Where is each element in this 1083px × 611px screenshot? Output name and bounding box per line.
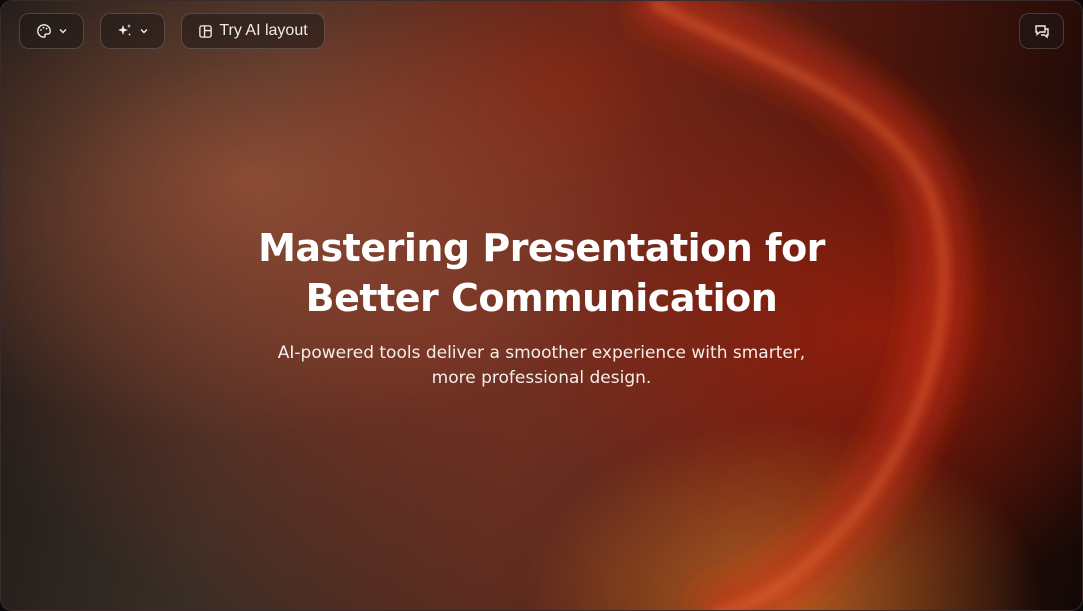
chevron-down-icon	[139, 26, 149, 36]
try-ai-layout-button[interactable]: Try AI layout	[181, 13, 325, 49]
palette-icon	[36, 23, 52, 39]
slide-title: Mastering Presentation for Better Commun…	[1, 223, 1082, 323]
sparkles-icon	[117, 23, 133, 39]
slide-title-line-1: Mastering Presentation for	[258, 226, 825, 270]
chat-button[interactable]	[1019, 13, 1064, 49]
slide-title-line-2: Better Communication	[305, 276, 778, 320]
theme-button[interactable]	[19, 13, 84, 49]
slide-content: Mastering Presentation for Better Commun…	[1, 223, 1082, 391]
slide-subtitle-line-2: more professional design.	[431, 368, 652, 388]
try-ai-layout-label: Try AI layout	[219, 22, 308, 39]
chevron-down-icon	[58, 26, 68, 36]
ai-assist-button[interactable]	[100, 13, 165, 49]
slide-canvas: Try AI layout Mastering Presentation for…	[0, 0, 1083, 611]
slide-subtitle: AI-powered tools deliver a smoother expe…	[1, 341, 1082, 391]
layout-icon	[198, 24, 213, 39]
chat-icon	[1034, 23, 1050, 39]
slide-subtitle-line-1: AI-powered tools deliver a smoother expe…	[277, 343, 806, 363]
